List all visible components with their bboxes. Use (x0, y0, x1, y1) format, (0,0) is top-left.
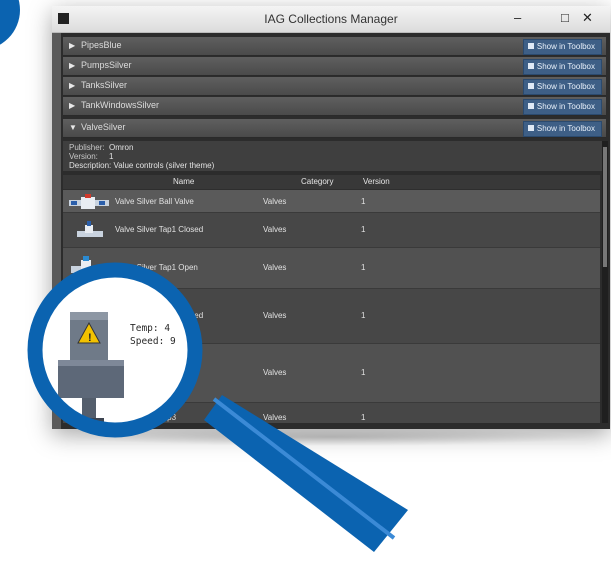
show-in-toolbox-button[interactable]: Show in Toolbox (522, 99, 602, 115)
table-row[interactable]: Valve Silver Tap1 Closed Valves 1 (63, 213, 600, 248)
table-row[interactable]: Valve Silver Tap1 Open Valves 1 (63, 248, 600, 289)
row-category: Valves (263, 311, 287, 320)
window-shadow (70, 428, 590, 446)
row-category: Valves (263, 263, 287, 272)
table-row[interactable]: Valve Silver Tap3 Valves 1 (63, 403, 600, 429)
toolbox-icon (527, 125, 534, 131)
collection-row-pipesblue[interactable]: ▶ PipesBlue Show in Toolbox (63, 37, 606, 56)
collection-details: Publisher: Omron Version: 1 Description: V… (63, 141, 606, 171)
speed-readout: Speed: 9 (130, 336, 176, 347)
collection-name: ValveSilver (81, 122, 126, 132)
header-category[interactable]: Category (301, 175, 333, 189)
row-name: Valve Silver Tap1 Closed (115, 225, 204, 234)
window-title: IAG Collections Manager (264, 12, 398, 26)
row-category: Valves (263, 225, 287, 234)
toolbox-icon (527, 43, 534, 49)
expand-arrow-icon[interactable]: ▶ (69, 61, 75, 70)
vertical-scrollbar[interactable] (602, 141, 608, 423)
show-in-toolbox-button[interactable]: Show in Toolbox (522, 79, 602, 95)
row-category: Valves (263, 413, 287, 422)
symbols-grid: Name Category Version Valve Silver Ball … (63, 175, 600, 423)
collection-name: TankWindowsSilver (81, 100, 160, 110)
toolbox-icon (527, 83, 534, 89)
header-name[interactable]: Name (173, 175, 194, 189)
temp-readout: Temp: 4 (130, 323, 171, 334)
expand-arrow-icon[interactable]: ▶ (69, 41, 75, 50)
collection-row-valvesilver[interactable]: ▼ ValveSilver Show in Toolbox (63, 119, 606, 138)
minimize-icon[interactable]: – (514, 10, 521, 26)
expand-arrow-icon[interactable]: ▶ (69, 101, 75, 110)
table-row[interactable]: Valve Silver Tap2 Open Valves 1 (63, 344, 600, 403)
grid-header: Name Category Version (63, 175, 600, 190)
publisher-line: Publisher: Omron (69, 143, 134, 152)
left-gutter (52, 33, 61, 429)
row-version: 1 (361, 368, 366, 377)
show-in-toolbox-button[interactable]: Show in Toolbox (522, 39, 602, 55)
collections-panel: ▶ PipesBlue Show in Toolbox ▶ PumpsSilve… (52, 33, 610, 429)
collection-row-pumpssilver[interactable]: ▶ PumpsSilver Show in Toolbox (63, 57, 606, 76)
table-row[interactable]: Valve Silver Ball Valve Valves 1 (63, 190, 600, 213)
title-bar: IAG Collections Manager – □ ✕ (52, 6, 610, 33)
row-version: 1 (361, 263, 366, 272)
corner-badge (0, 0, 20, 50)
toolbox-icon (527, 103, 534, 109)
collection-name: TanksSilver (81, 80, 128, 90)
collection-name: PipesBlue (81, 40, 122, 50)
row-version: 1 (361, 225, 366, 234)
collections-manager-window: IAG Collections Manager – □ ✕ ▶ PipesBlu… (52, 6, 610, 429)
tap-closed-thumbnail (77, 221, 103, 237)
row-category: Valves (263, 368, 287, 377)
row-name: Valve Silver Tap3 (115, 413, 177, 422)
row-version: 1 (361, 413, 366, 422)
version-line: Version: 1 (69, 152, 114, 161)
scrollbar-thumb[interactable] (603, 147, 607, 267)
description-line: Description: Value controls (silver them… (69, 161, 215, 170)
collection-row-tankssilver[interactable]: ▶ TanksSilver Show in Toolbox (63, 77, 606, 96)
row-name: Valve Silver Tap1 Open (115, 263, 198, 272)
toolbox-icon (527, 63, 534, 69)
tap-open-thumbnail (71, 256, 101, 279)
restore-icon[interactable]: □ (561, 10, 569, 26)
row-category: Valves (263, 197, 287, 206)
expand-arrow-icon[interactable]: ▶ (69, 81, 75, 90)
row-version: 1 (361, 197, 366, 206)
collection-row-tankwindowssilver[interactable]: ▶ TankWindowsSilver Show in Toolbox (63, 97, 606, 116)
collection-name: PumpsSilver (81, 60, 132, 70)
row-name: Valve Silver Tap2 Open (115, 368, 198, 377)
collapse-arrow-icon[interactable]: ▼ (69, 123, 77, 132)
row-name: Valve Silver Tap2 Closed (115, 311, 204, 320)
row-version: 1 (361, 311, 366, 320)
close-icon[interactable]: ✕ (582, 10, 593, 26)
row-name: Valve Silver Ball Valve (115, 197, 194, 206)
show-in-toolbox-button[interactable]: Show in Toolbox (522, 121, 602, 137)
header-version[interactable]: Version (363, 175, 390, 189)
show-in-toolbox-button[interactable]: Show in Toolbox (522, 59, 602, 75)
